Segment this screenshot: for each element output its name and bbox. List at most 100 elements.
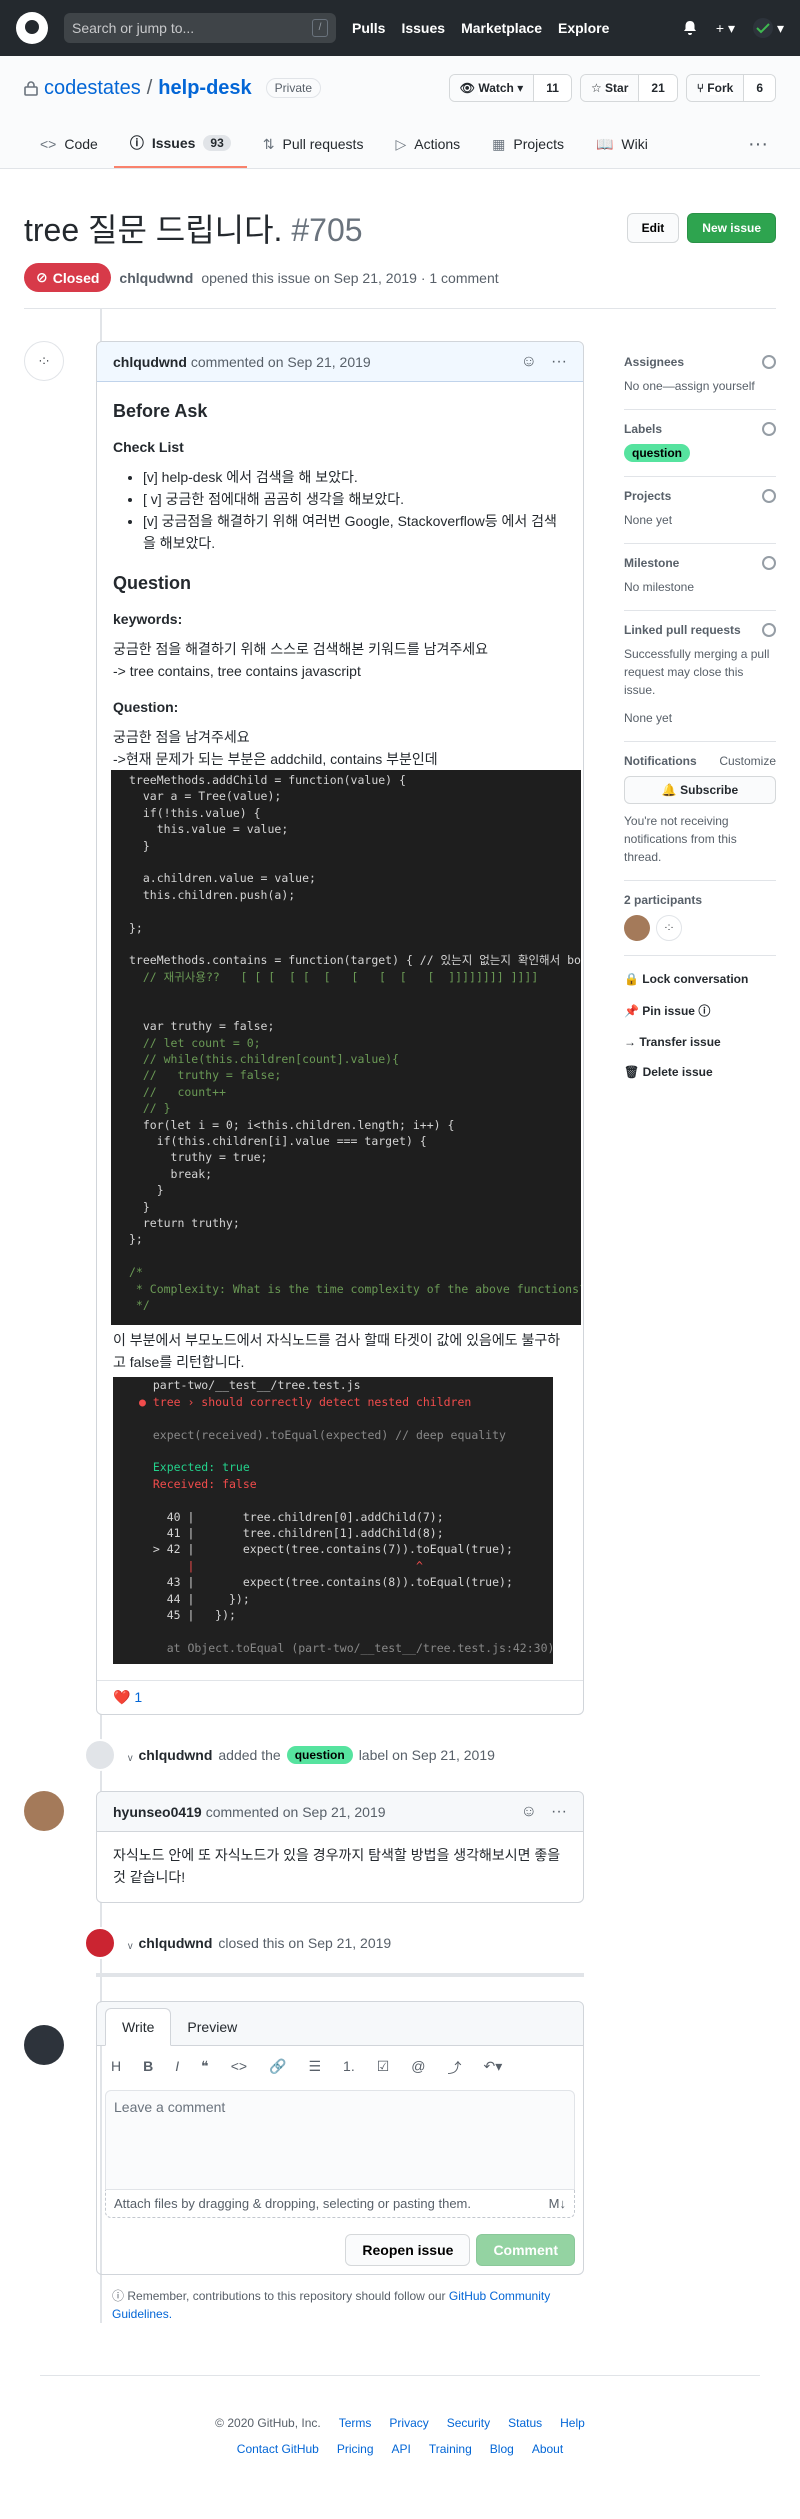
comment-author[interactable]: hyunseo0419 [113, 1804, 202, 1820]
notifications-section: Notifications Customize 🔔 Subscribe You're … [624, 742, 776, 881]
more-tabs-icon[interactable]: ··· [740, 120, 776, 168]
tab-pull-requests[interactable]: ⇅ Pull requests [247, 120, 380, 168]
mention-icon[interactable]: @ [411, 2058, 425, 2078]
footer-link[interactable]: Privacy [389, 2416, 428, 2430]
code-line: /* [129, 1265, 143, 1280]
event-author[interactable]: chlqudwnd [139, 1935, 213, 1951]
gear-icon[interactable] [762, 355, 776, 369]
question-label[interactable]: question [624, 444, 690, 462]
projects-section[interactable]: Projects None yet [624, 477, 776, 544]
avatar[interactable] [24, 1791, 64, 1832]
code-icon[interactable]: <> [231, 2058, 247, 2078]
transfer-issue-link[interactable]: → Transfer issue [624, 1027, 776, 1057]
star-count[interactable]: 21 [638, 75, 677, 101]
issue-meta: opened this issue on Sep 21, 2019 · 1 co… [201, 269, 499, 286]
code-line: * Complexity: What is the time complexit… [129, 1281, 581, 1296]
avatar[interactable] [624, 915, 650, 941]
delete-issue-link[interactable]: 🗑 Delete issue [624, 1057, 776, 1087]
event-author[interactable]: chlqudwnd [139, 1747, 213, 1763]
project-icon: ▦ [492, 135, 506, 152]
cross-reference-icon[interactable]: ⤴ [448, 2058, 462, 2078]
create-new-icon[interactable]: + ▾ [716, 20, 735, 37]
footer-link[interactable]: Help [560, 2416, 585, 2430]
reopen-issue-button[interactable]: Reopen issue [345, 2234, 471, 2267]
comment-button[interactable]: Comment [476, 2234, 575, 2267]
footer-link[interactable]: About [532, 2442, 563, 2456]
assignees-section[interactable]: Assignees No one—assign yourself [624, 343, 776, 410]
nav-issues[interactable]: Issues [401, 20, 445, 36]
avatar[interactable]: ·:· [24, 341, 64, 381]
footer-link[interactable]: Terms [339, 2416, 372, 2430]
comment-textarea[interactable]: Leave a comment [105, 2090, 575, 2191]
nav-marketplace[interactable]: Marketplace [461, 20, 542, 36]
fork-button[interactable]: ⑂ Fork 6 [685, 74, 776, 102]
question-label[interactable]: question [286, 1746, 353, 1765]
tab-projects[interactable]: ▦ Projects [476, 120, 580, 168]
reaction-heart[interactable]: ❤️ 1 [97, 1680, 583, 1714]
tab-code[interactable]: <> Code [24, 120, 114, 168]
gear-icon[interactable] [762, 422, 776, 436]
markdown-icon[interactable]: M↓ [549, 2196, 566, 2211]
nav-explore[interactable]: Explore [558, 20, 609, 36]
footer-link[interactable]: Pricing [337, 2442, 374, 2456]
milestone-section[interactable]: Milestone No milestone [624, 544, 776, 611]
tab-wiki[interactable]: 📖 Wiki [580, 120, 664, 168]
github-logo-icon[interactable] [16, 12, 48, 44]
tab-issues[interactable]: ⓘ Issues 93 [113, 120, 247, 168]
bold-icon[interactable]: B [143, 2058, 153, 2078]
code-line: } [129, 1199, 150, 1214]
link-icon[interactable]: 🔗 [269, 2058, 286, 2078]
issue-author-link[interactable]: chlqudwnd [119, 270, 193, 286]
repo-owner-link[interactable]: codestates [44, 77, 141, 100]
kebab-menu-icon[interactable]: ··· [551, 353, 567, 371]
heading-icon[interactable]: H [111, 2058, 121, 2078]
tab-actions[interactable]: ▷ Actions [379, 120, 476, 168]
kebab-menu-icon[interactable]: ··· [551, 1803, 567, 1821]
footer-link[interactable]: Contact GitHub [237, 2442, 319, 2456]
gear-icon[interactable] [762, 489, 776, 503]
italic-icon[interactable]: I [175, 2058, 179, 2078]
assignees-value[interactable]: No one—assign yourself [624, 377, 776, 395]
lock-conversation-link[interactable]: 🔒 Lock conversation [624, 964, 776, 994]
gear-icon[interactable] [762, 556, 776, 570]
footer-link[interactable]: Status [508, 2416, 542, 2430]
pin-issue-link[interactable]: 📌 Pin issue ⓘ [624, 994, 776, 1027]
subscribe-button[interactable]: 🔔 Subscribe [624, 776, 776, 804]
tab-write[interactable]: Write [105, 2008, 172, 2047]
footer-link[interactable]: API [392, 2442, 411, 2456]
footer-link[interactable]: Blog [490, 2442, 514, 2456]
gear-icon[interactable] [762, 623, 776, 637]
nav-pulls[interactable]: Pulls [352, 20, 385, 36]
code-line: part-two/__test__/tree.test.js [139, 1378, 361, 1393]
numbered-list-icon[interactable]: 1. [343, 2058, 355, 2078]
user-avatar-menu[interactable]: ▾ [752, 18, 784, 38]
smiley-icon[interactable]: ☺ [521, 353, 537, 371]
comment-author[interactable]: chlqudwnd [113, 354, 187, 370]
fork-count[interactable]: 6 [743, 75, 775, 101]
linked-prs-section[interactable]: Linked pull requests Successfully merging… [624, 611, 776, 742]
smiley-icon[interactable]: ☺ [521, 1803, 537, 1821]
tab-preview[interactable]: Preview [171, 2009, 253, 2045]
footer-link[interactable]: Security [447, 2416, 490, 2430]
labels-section[interactable]: Labels question [624, 410, 776, 477]
task-list-icon[interactable]: ☑ [377, 2058, 390, 2078]
avatar[interactable] [24, 2025, 64, 2066]
repo-name-link[interactable]: help-desk [158, 77, 251, 100]
attach-files-area[interactable]: Attach files by dragging & dropping, sel… [105, 2190, 575, 2219]
new-issue-button[interactable]: New issue [687, 213, 776, 243]
watch-button[interactable]: 👁 Watch ▾ 11 [448, 74, 572, 102]
watch-count[interactable]: 11 [533, 75, 571, 101]
star-button[interactable]: ☆ Star 21 [579, 74, 678, 102]
pin-icon: 📌 [624, 1004, 639, 1018]
bullet-list-icon[interactable]: ☰ [308, 2058, 321, 2078]
edit-title-button[interactable]: Edit [626, 213, 680, 243]
notification-bell-icon[interactable] [682, 20, 698, 36]
event-text: added the [218, 1747, 281, 1764]
customize-link[interactable]: Customize [719, 754, 776, 768]
footer-link[interactable]: Training [429, 2442, 472, 2456]
reply-icon[interactable]: ↶▾ [484, 2058, 503, 2078]
avatar[interactable]: ·:· [656, 915, 682, 941]
quote-icon[interactable]: ❝ [201, 2058, 209, 2078]
search-input[interactable]: Search or jump to... / [64, 13, 336, 43]
